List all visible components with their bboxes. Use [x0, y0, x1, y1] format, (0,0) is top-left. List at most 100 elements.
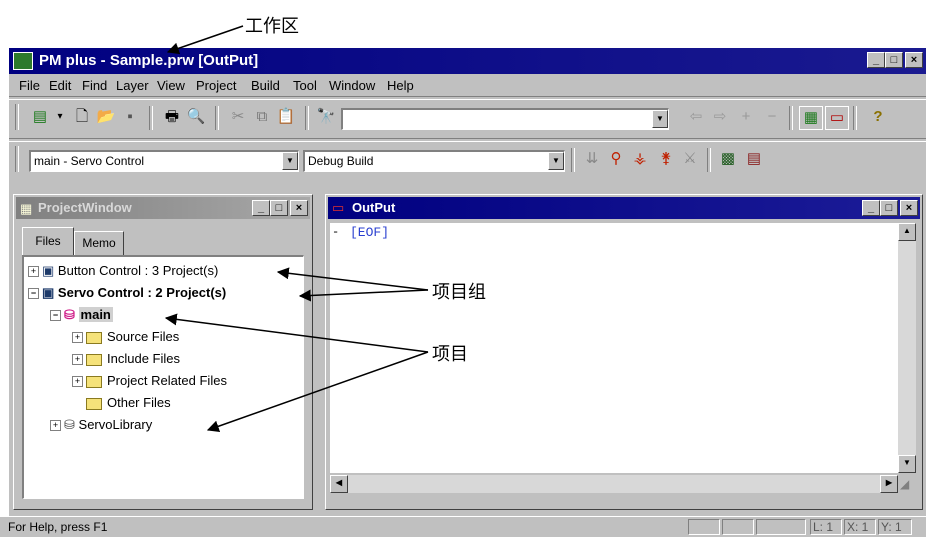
minimize-button[interactable]: _	[862, 200, 880, 216]
find-in-files-icon[interactable]: 🔭	[315, 106, 337, 128]
save-icon[interactable]: ▪	[119, 106, 141, 128]
build-config-value: Debug Build	[308, 154, 374, 168]
project-db-icon: ⛁	[64, 307, 75, 322]
minimize-button[interactable]: _	[867, 52, 885, 68]
maximize-button[interactable]: □	[880, 200, 898, 216]
status-panel	[756, 519, 806, 535]
find-combo[interactable]: ▼	[341, 108, 669, 130]
toolbar-separator	[149, 106, 153, 130]
scroll-right-arrow-icon[interactable]: ▶	[880, 475, 898, 493]
size-grip-icon[interactable]: ◢	[900, 477, 916, 493]
compile-icon[interactable]: ⇊	[581, 148, 603, 170]
scroll-up-arrow-icon[interactable]: ▲	[898, 223, 916, 241]
build-icon[interactable]: ⚲	[605, 148, 627, 170]
toolbar-separator	[853, 106, 857, 130]
chevron-down-icon[interactable]: ▼	[282, 152, 298, 170]
project-combo[interactable]: main - Servo Control ▼	[29, 150, 299, 172]
expand-icon[interactable]: +	[50, 420, 61, 432]
collapse-icon[interactable]: −	[28, 288, 39, 300]
print-preview-icon[interactable]: 🔍	[185, 106, 207, 128]
chevron-down-icon[interactable]: ▼	[652, 110, 668, 128]
output-window-toggle-icon[interactable]: ▭	[825, 106, 849, 130]
title-bar[interactable]: PM plus - Sample.prw [OutPut] _ □ ×	[9, 48, 926, 74]
output-content[interactable]: - [EOF]	[330, 223, 898, 473]
minimize-button[interactable]: _	[252, 200, 270, 216]
forward-arrow-icon[interactable]: ⇨	[709, 106, 731, 128]
build-config-combo[interactable]: Debug Build ▼	[303, 150, 565, 172]
status-panel	[688, 519, 720, 535]
tab-memo[interactable]: Memo	[74, 231, 124, 256]
clean-icon[interactable]: ⚔	[679, 148, 701, 170]
menu-window[interactable]: Window	[329, 78, 375, 93]
download-icon[interactable]: ▩	[717, 148, 739, 170]
scroll-left-arrow-icon[interactable]: ◀	[330, 475, 348, 493]
build-toolbar: main - Servo Control ▼ Debug Build ▼ ⇊ ⚲…	[9, 142, 926, 178]
tree-item-include-files[interactable]: + Include Files	[72, 349, 180, 369]
menu-tool[interactable]: Tool	[293, 78, 317, 93]
tree-item-servolibrary[interactable]: + ⛁ ServoLibrary	[50, 415, 152, 435]
back-arrow-icon[interactable]: ⇦	[685, 106, 707, 128]
file-tree: + ▣ Button Control : 3 Project(s) − ▣ Serv…	[22, 255, 304, 499]
output-text: [EOF]	[350, 225, 390, 240]
expand-icon[interactable]: +	[72, 332, 83, 344]
project-window-toggle-icon[interactable]: ▦	[799, 106, 823, 130]
menu-layer[interactable]: Layer	[116, 78, 149, 93]
chevron-down-icon[interactable]: ▼	[548, 152, 564, 170]
output-window-titlebar[interactable]: ▭ OutPut _ □ ×	[328, 197, 920, 219]
annotation-workspace: 工作区	[245, 16, 299, 37]
menu-view[interactable]: View	[157, 78, 185, 93]
open-folder-icon[interactable]: 📂	[95, 106, 117, 128]
library-db-icon: ⛁	[64, 417, 75, 432]
close-button[interactable]: ×	[900, 200, 918, 216]
tree-item-main[interactable]: − ⛁ main	[50, 305, 113, 325]
expand-icon[interactable]: +	[72, 354, 83, 366]
tree-item-source-files[interactable]: + Source Files	[72, 327, 179, 347]
copy-icon[interactable]: ⧉	[251, 106, 273, 128]
zoom-out-icon[interactable]: −	[761, 106, 783, 128]
menu-build[interactable]: Build	[251, 78, 280, 93]
tree-item-project-related-files[interactable]: + Project Related Files	[72, 371, 227, 391]
rebuild-all-icon[interactable]: ⚶	[629, 148, 651, 170]
tree-item-label: main	[78, 307, 113, 322]
close-button[interactable]: ×	[290, 200, 308, 216]
maximize-button[interactable]: □	[270, 200, 288, 216]
maximize-button[interactable]: □	[885, 52, 903, 68]
folder-icon	[86, 375, 102, 388]
tab-files[interactable]: Files	[22, 227, 74, 256]
close-button[interactable]: ×	[905, 52, 923, 68]
folder-icon	[86, 397, 102, 410]
new-project-icon[interactable]: ▤	[29, 106, 51, 128]
menu-find[interactable]: Find	[82, 78, 107, 93]
project-window: ▦ ProjectWindow _ □ × Files Memo + ▣ Butt…	[13, 194, 313, 510]
horizontal-scrollbar[interactable]: ◀ ▶	[330, 475, 898, 493]
expand-icon[interactable]: +	[28, 266, 39, 278]
context-help-icon[interactable]: ?	[867, 106, 889, 128]
tree-item-label: ServoLibrary	[78, 417, 153, 432]
output-window-title: OutPut	[352, 200, 396, 215]
scroll-down-arrow-icon[interactable]: ▼	[898, 455, 916, 473]
expand-icon[interactable]: +	[72, 376, 83, 388]
menu-edit[interactable]: Edit	[49, 78, 71, 93]
tree-item-servo-control[interactable]: − ▣ Servo Control : 2 Project(s)	[28, 283, 226, 303]
print-icon[interactable]: 🖶	[161, 106, 183, 128]
collapse-icon[interactable]: −	[50, 310, 61, 322]
standard-toolbar: ▤ ▾ 🗋 📂 ▪ 🖶 🔍 ✂ ⧉ 📋 🔭 ▼ ⇦ ⇨ + − ▦ ▭ ?	[9, 100, 926, 136]
dropdown-arrow-icon[interactable]: ▾	[49, 106, 71, 128]
vertical-scrollbar[interactable]: ▲ ▼	[898, 223, 916, 473]
toolbar-grip	[15, 104, 19, 130]
menu-file[interactable]: File	[19, 78, 40, 93]
folder-icon	[86, 353, 102, 366]
cut-icon[interactable]: ✂	[227, 106, 249, 128]
stop-build-icon[interactable]: ⚵	[655, 148, 677, 170]
new-file-icon[interactable]: 🗋	[71, 106, 93, 128]
tree-item-label: Button Control : 3 Project(s)	[57, 263, 219, 278]
project-window-titlebar[interactable]: ▦ ProjectWindow _ □ ×	[16, 197, 310, 219]
tree-item-button-control[interactable]: + ▣ Button Control : 3 Project(s)	[28, 261, 218, 281]
menu-help[interactable]: Help	[387, 78, 414, 93]
annotation-project: 项目	[432, 344, 468, 365]
paste-icon[interactable]: 📋	[275, 106, 297, 128]
tree-item-other-files[interactable]: Other Files	[86, 393, 171, 413]
menu-project[interactable]: Project	[196, 78, 236, 93]
zoom-in-icon[interactable]: +	[735, 106, 757, 128]
debugger-icon[interactable]: ▤	[743, 148, 765, 170]
